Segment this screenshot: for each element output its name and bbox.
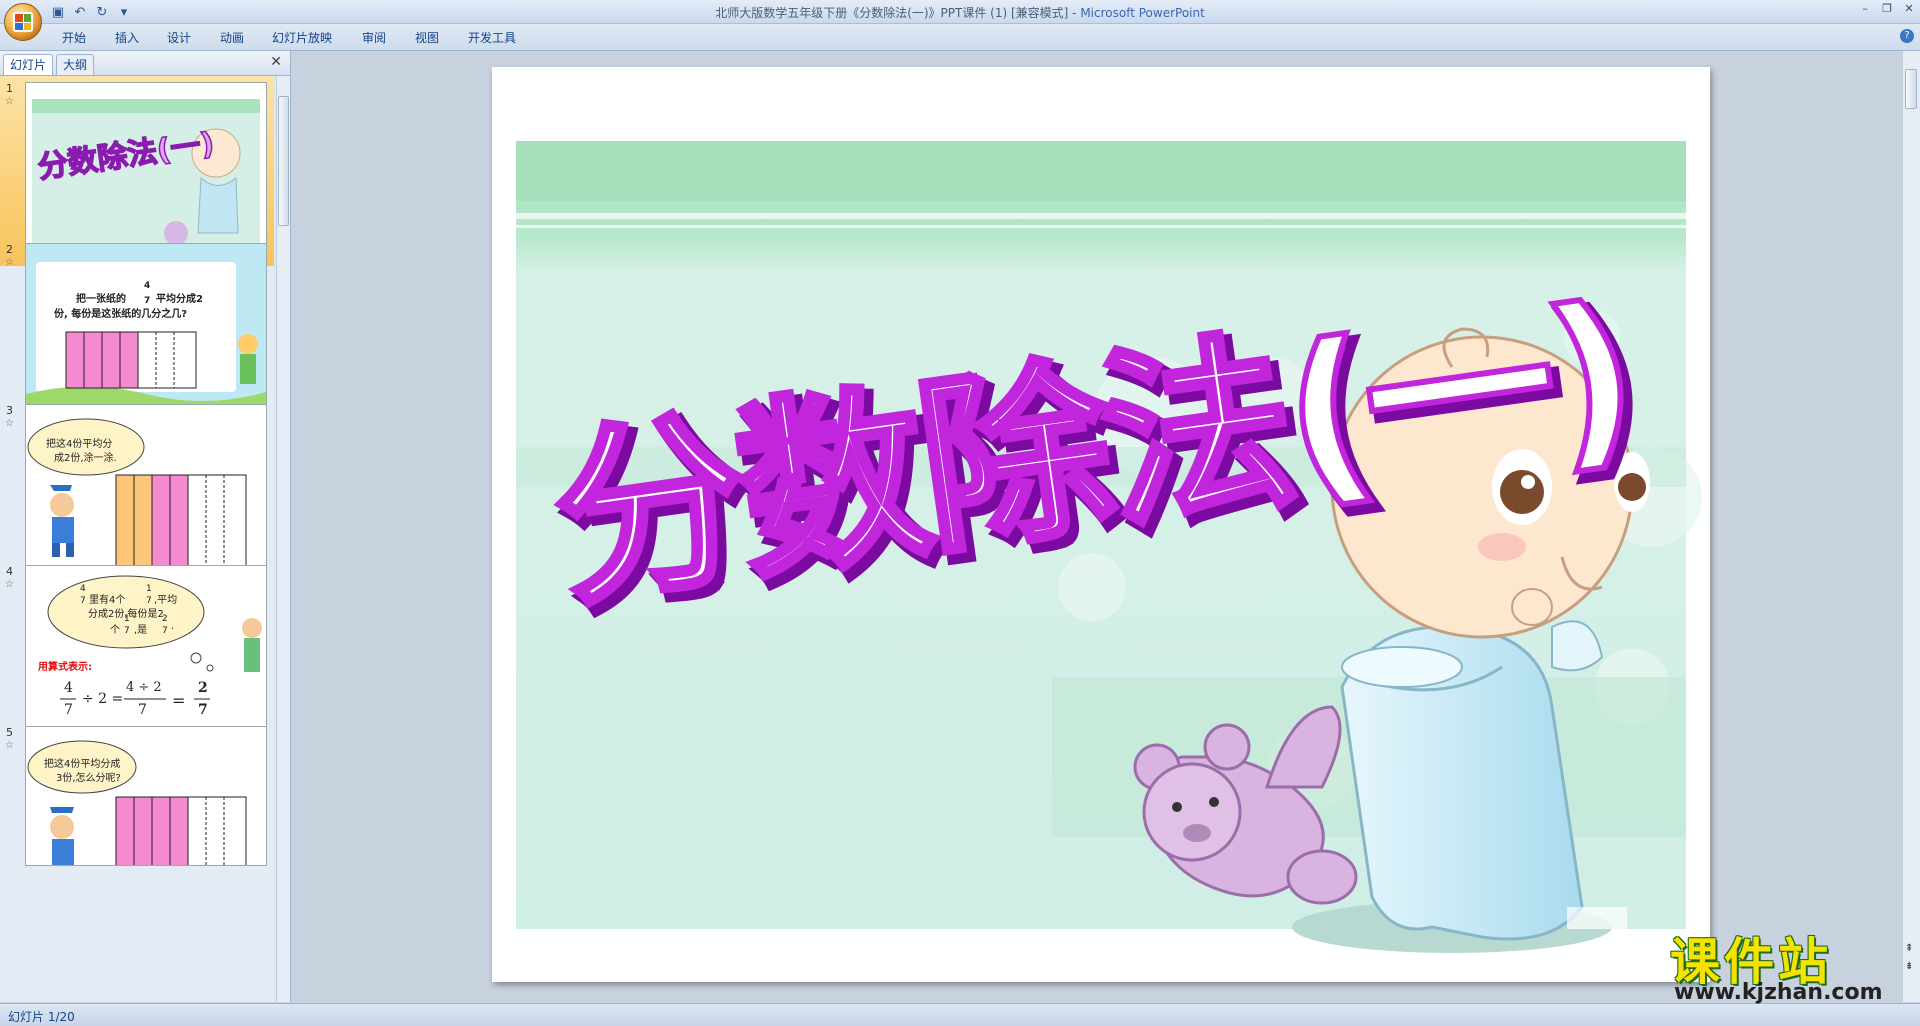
minimize-icon[interactable]: – bbox=[1858, 2, 1872, 16]
slides-pane: 幻灯片 大纲 ✕ 1 ☆ 分数除法(一) 2 ☆ 把一张纸的 4 7 平均分成2… bbox=[0, 51, 291, 1002]
slide-number: 1 bbox=[6, 82, 13, 95]
animation-star-icon: ☆ bbox=[5, 740, 14, 751]
slide-4-a1d: 7 bbox=[80, 596, 86, 606]
pane-close-icon[interactable]: ✕ bbox=[270, 54, 282, 70]
window-title: 北师大版数学五年级下册《分数除法(一)》PPT课件 (1) [兼容模式] - M… bbox=[0, 4, 1920, 21]
slide-4-f3d: 7 bbox=[198, 702, 208, 718]
slide-4-feq: = bbox=[172, 691, 186, 710]
slide-number: 2 bbox=[6, 243, 13, 256]
slide-4-f2d: 7 bbox=[138, 702, 147, 718]
office-button[interactable] bbox=[4, 3, 42, 41]
tab-view[interactable]: 视图 bbox=[415, 29, 439, 46]
thumbnail-scroll-thumb[interactable] bbox=[278, 96, 289, 226]
slide-4-c4d: 7 bbox=[162, 626, 168, 636]
slide-4-f3n: 2 bbox=[198, 680, 208, 696]
slide-3-bubble-a: 把这4份平均分 bbox=[46, 439, 113, 450]
slide-number: 3 bbox=[6, 404, 13, 417]
slide-preview: 4 7 里有4个 1 7 ,平均 分成2份,每份是2 个 1 7 ,是 2 7 … bbox=[25, 565, 267, 745]
animation-star-icon: ☆ bbox=[5, 418, 14, 429]
slide-number: 5 bbox=[6, 726, 13, 739]
slide-4-c5: . bbox=[171, 621, 175, 632]
slide-4-c2n: 1 bbox=[124, 614, 130, 624]
pane-tabs: 幻灯片 大纲 ✕ bbox=[0, 51, 290, 76]
slide-preview: 分数除法(一) bbox=[25, 82, 267, 262]
ribbon-tab-bar: 开始 插入 设计 动画 幻灯片放映 审阅 视图 开发工具 ? bbox=[0, 24, 1920, 51]
animation-star-icon: ☆ bbox=[5, 96, 14, 107]
current-slide[interactable]: 分数除法(一) 分数除法(一) bbox=[492, 67, 1710, 982]
animation-star-icon: ☆ bbox=[5, 257, 14, 268]
slide-4-a1: 4 bbox=[80, 584, 86, 594]
thumbnail-scrollbar[interactable] bbox=[276, 76, 290, 1002]
slide-1-preview-art: 分数除法(一) bbox=[26, 83, 266, 261]
slide-2-text-b: 平均分成2 bbox=[156, 294, 203, 305]
restore-icon[interactable]: ❐ bbox=[1880, 2, 1894, 16]
animation-star-icon: ☆ bbox=[5, 579, 14, 590]
slide-2-text-c: 份, 每份是这张纸的几分之几? bbox=[54, 309, 188, 320]
slide-number: 4 bbox=[6, 565, 13, 578]
tab-design[interactable]: 设计 bbox=[167, 29, 191, 46]
slide-4-f1d: 7 bbox=[64, 702, 73, 718]
status-bar: 幻灯片 1/20 bbox=[0, 1003, 1920, 1026]
tab-outline[interactable]: 大纲 bbox=[56, 54, 95, 75]
slide-4-fdiv: ÷ 2 = bbox=[82, 691, 124, 707]
watermark-url: www.kjzhan.com bbox=[1674, 980, 1883, 1005]
slide-4-c3: ,是 bbox=[134, 625, 148, 636]
tab-developer[interactable]: 开发工具 bbox=[468, 29, 516, 46]
slide-4-formula-label: 用算式表示: bbox=[38, 662, 92, 673]
close-icon[interactable]: ✕ bbox=[1902, 2, 1916, 16]
slide-4-f1n: 4 bbox=[64, 680, 73, 696]
slide-5-bubble-a: 把这4份平均分成 bbox=[44, 759, 121, 770]
slide-count-status: 幻灯片 1/20 bbox=[8, 1010, 75, 1024]
tab-review[interactable]: 审阅 bbox=[362, 29, 386, 46]
slide-4-a3n: 1 bbox=[146, 584, 152, 594]
slide-4-a2: 里有4个 bbox=[89, 595, 126, 606]
slide-preview: 把一张纸的 4 7 平均分成2 份, 每份是这张纸的几分之几? bbox=[25, 243, 267, 423]
slide-1-artwork: 分数除法(一) 分数除法(一) bbox=[516, 141, 1702, 953]
slide-4-a4: ,平均 bbox=[154, 595, 178, 606]
editor-scrollbar[interactable]: ⇞ ⇟ bbox=[1902, 51, 1920, 1002]
slide-thumbnail-5[interactable]: 5 ☆ 把这4份平均分成 3份,怎么分呢? bbox=[0, 720, 274, 1002]
title-bar: ▣ ↶ ↻ ▾ 北师大版数学五年级下册《分数除法(一)》PPT课件 (1) [兼… bbox=[0, 0, 1920, 24]
window-title-main: 北师大版数学五年级下册《分数除法(一)》PPT课件 (1) [兼容模式] - bbox=[715, 6, 1081, 20]
slide-3-preview-art bbox=[27, 418, 247, 570]
site-watermark: 课件站 www.kjzhan.com bbox=[1670, 922, 1910, 1008]
slide-2-text-a: 把一张纸的 bbox=[76, 294, 126, 305]
tab-animations[interactable]: 动画 bbox=[220, 29, 244, 46]
slide-2-frac-n: 4 bbox=[144, 281, 151, 291]
editor-scroll-thumb[interactable] bbox=[1905, 69, 1917, 109]
window-title-app: Microsoft PowerPoint bbox=[1080, 6, 1205, 20]
slide-2-preview-art bbox=[26, 244, 266, 422]
slide-preview: 把这4份平均分 成2份,涂一涂. bbox=[25, 404, 267, 584]
slide-4-c1: 个 bbox=[110, 625, 120, 636]
slide-5-preview-art bbox=[27, 740, 247, 865]
slide-thumbnail-list: 1 ☆ 分数除法(一) 2 ☆ 把一张纸的 4 7 平均分成2 份, 每份是这张… bbox=[0, 76, 274, 1002]
help-icon[interactable]: ? bbox=[1900, 29, 1914, 43]
slide-editor: 分数除法(一) 分数除法(一) bbox=[291, 51, 1903, 1002]
tab-slideshow[interactable]: 幻灯片放映 bbox=[272, 29, 332, 46]
tab-slides[interactable]: 幻灯片 bbox=[3, 54, 54, 75]
slide-4-c2d: 7 bbox=[124, 626, 130, 636]
slide-4-c4n: 2 bbox=[162, 614, 168, 624]
tab-insert[interactable]: 插入 bbox=[115, 29, 139, 46]
slide-4-f2n: 4 ÷ 2 bbox=[126, 680, 162, 695]
slide-3-bubble-b: 成2份,涂一涂. bbox=[54, 453, 117, 464]
slide-preview: 把这4份平均分成 3份,怎么分呢? bbox=[25, 726, 267, 866]
slide-5-bubble-b: 3份,怎么分呢? bbox=[56, 773, 121, 784]
office-logo-icon bbox=[13, 12, 33, 32]
tab-home[interactable]: 开始 bbox=[62, 29, 86, 46]
window-controls: – ❐ ✕ bbox=[1858, 2, 1916, 16]
